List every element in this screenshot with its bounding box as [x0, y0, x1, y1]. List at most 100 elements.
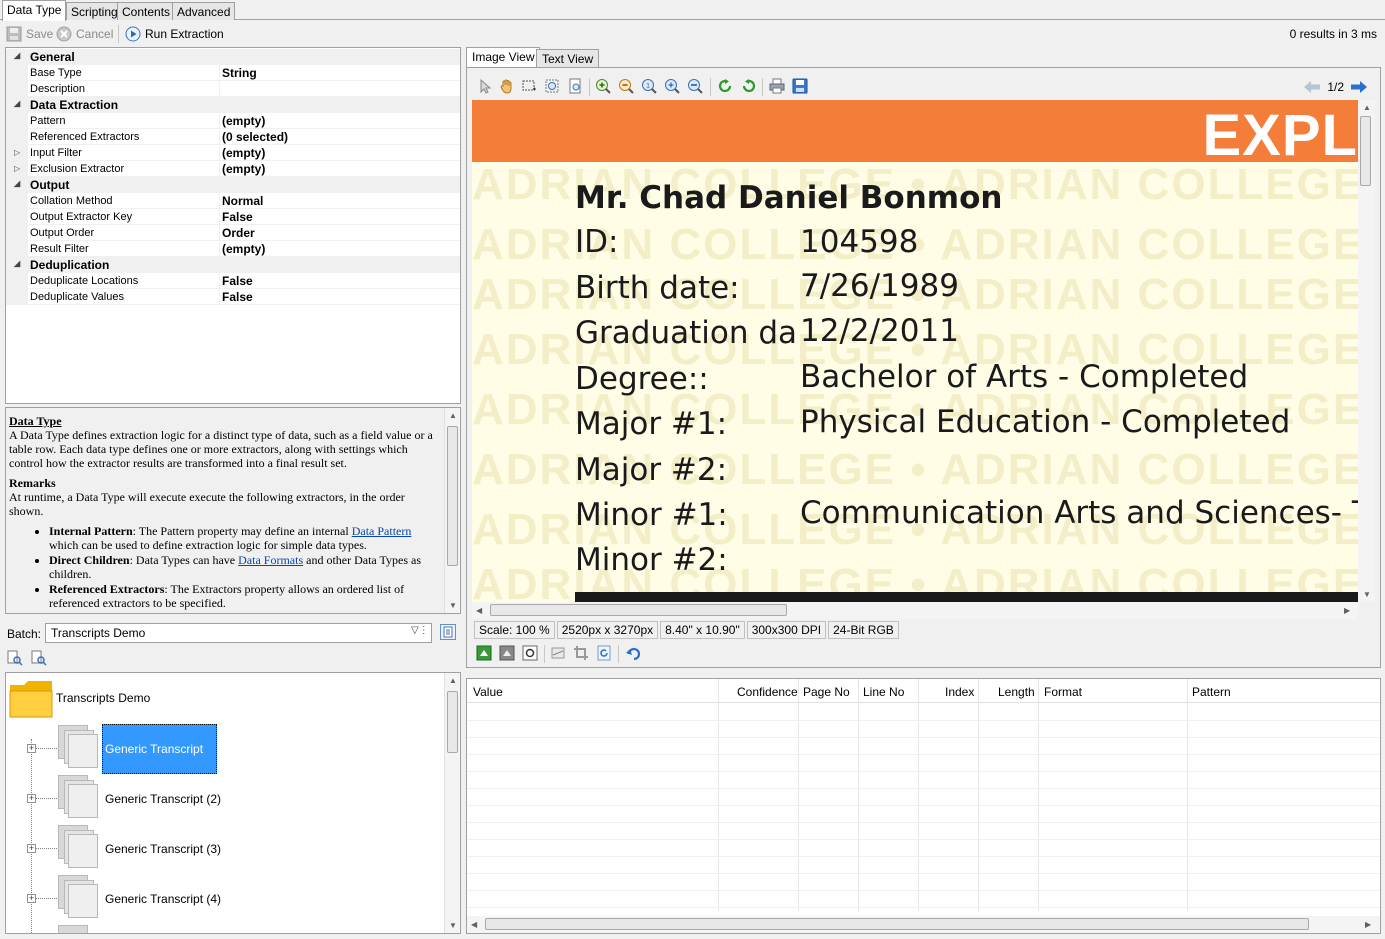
- tab-image-view[interactable]: Image View: [466, 47, 541, 68]
- refresh-icon[interactable]: [596, 645, 612, 661]
- scroll-left-icon[interactable]: ◀: [476, 606, 482, 615]
- property-value[interactable]: Order: [222, 226, 255, 240]
- tab-text-view[interactable]: Text View: [536, 49, 600, 67]
- hand-icon[interactable]: [499, 78, 515, 94]
- crop-icon[interactable]: [573, 645, 589, 661]
- help-scrollbar[interactable]: ▲ ▼: [444, 408, 460, 613]
- image-grayscale-icon[interactable]: [499, 645, 515, 661]
- property-row-result-filter[interactable]: Result Filter (empty): [6, 241, 460, 257]
- run-extraction-button[interactable]: Run Extraction: [118, 25, 224, 43]
- data-formats-link[interactable]: Data Formats: [238, 553, 303, 567]
- property-value[interactable]: False: [222, 274, 253, 288]
- expand-icon[interactable]: +: [27, 894, 36, 903]
- scroll-down-icon[interactable]: ▼: [449, 601, 457, 610]
- tree-item-3[interactable]: Generic Transcript (3): [103, 840, 223, 858]
- property-value[interactable]: (empty): [222, 114, 265, 128]
- scroll-left-icon[interactable]: ◀: [471, 920, 477, 929]
- scroll-thumb[interactable]: [447, 426, 458, 566]
- tree-item-2[interactable]: Generic Transcript (2): [103, 790, 223, 808]
- property-row-output-extractor-key[interactable]: Output Extractor Key False: [6, 209, 460, 225]
- image-hscrollbar[interactable]: ◀ ▶: [472, 602, 1358, 619]
- print-icon[interactable]: [769, 78, 785, 94]
- find-next-icon[interactable]: [31, 650, 47, 666]
- save-image-icon[interactable]: [792, 78, 808, 94]
- results-hscrollbar[interactable]: ◀ ▶: [467, 916, 1380, 933]
- scroll-thumb[interactable]: [485, 918, 1309, 930]
- select-region-icon[interactable]: [521, 78, 537, 94]
- cancel-button[interactable]: Cancel: [56, 25, 113, 43]
- property-row-deduplicate-values[interactable]: Deduplicate Values False: [6, 289, 460, 305]
- column-header-index[interactable]: Index: [945, 685, 974, 699]
- property-row-exclusion-extractor[interactable]: ▷ Exclusion Extractor (empty): [6, 161, 460, 177]
- category-general[interactable]: ◢ General: [6, 49, 460, 65]
- property-row-description[interactable]: Description: [6, 81, 460, 97]
- batch-select[interactable]: Transcripts Demo ▽⋮: [45, 623, 432, 643]
- collapse-icon[interactable]: ◢: [14, 179, 20, 188]
- tab-contents[interactable]: Contents: [117, 2, 176, 20]
- category-output[interactable]: ◢ Output: [6, 177, 460, 193]
- property-value[interactable]: (empty): [222, 242, 265, 256]
- previous-page-icon[interactable]: [1303, 80, 1321, 94]
- column-header-pattern[interactable]: Pattern: [1192, 685, 1231, 699]
- expand-icon[interactable]: +: [27, 744, 36, 753]
- scroll-up-icon[interactable]: ▲: [1363, 103, 1371, 112]
- scroll-down-icon[interactable]: ▼: [449, 921, 457, 930]
- collapse-icon[interactable]: ◢: [14, 99, 20, 108]
- zoom-page-icon[interactable]: [567, 78, 583, 94]
- column-header-length[interactable]: Length: [998, 685, 1035, 699]
- tree-root[interactable]: Transcripts Demo: [56, 691, 150, 705]
- scroll-right-icon[interactable]: ▶: [1365, 920, 1371, 929]
- image-enhance-icon[interactable]: [476, 645, 492, 661]
- column-header-page-no[interactable]: Page No: [803, 685, 850, 699]
- deskew-icon[interactable]: [550, 645, 566, 661]
- column-header-format[interactable]: Format: [1044, 685, 1082, 699]
- zoom-in-icon[interactable]: [595, 78, 611, 94]
- tree-item-4[interactable]: Generic Transcript (4): [103, 890, 223, 908]
- expand-icon[interactable]: +: [27, 794, 36, 803]
- expand-icon[interactable]: ▷: [14, 164, 20, 173]
- expand-icon[interactable]: ▷: [14, 148, 20, 157]
- data-pattern-link[interactable]: Data Pattern: [352, 524, 412, 538]
- save-button[interactable]: Save: [6, 25, 53, 43]
- zoom-out-icon[interactable]: [618, 78, 634, 94]
- scroll-down-icon[interactable]: ▼: [1363, 590, 1371, 599]
- scroll-thumb[interactable]: [490, 604, 787, 616]
- property-value[interactable]: (empty): [222, 146, 265, 160]
- category-data-extraction[interactable]: ◢ Data Extraction: [6, 97, 460, 113]
- zoom-fit-icon[interactable]: [664, 78, 680, 94]
- pointer-icon[interactable]: [477, 78, 493, 94]
- zoom-actual-icon[interactable]: 1: [641, 78, 657, 94]
- tree-scrollbar[interactable]: ▲ ▼: [444, 673, 460, 933]
- rotate-right-icon[interactable]: [740, 78, 756, 94]
- scroll-thumb[interactable]: [1360, 116, 1371, 186]
- zoom-region-icon[interactable]: [544, 78, 560, 94]
- property-row-collation-method[interactable]: Collation Method Normal: [6, 193, 460, 209]
- next-page-icon[interactable]: [1350, 80, 1368, 94]
- property-row-input-filter[interactable]: ▷ Input Filter (empty): [6, 145, 460, 161]
- tab-scripting[interactable]: Scripting: [66, 2, 123, 20]
- tree-item-1[interactable]: Generic Transcript (1): [102, 724, 217, 800]
- scroll-up-icon[interactable]: ▲: [449, 676, 457, 685]
- property-value[interactable]: Normal: [222, 194, 263, 208]
- property-value[interactable]: False: [222, 210, 253, 224]
- undo-icon[interactable]: [625, 645, 641, 661]
- property-row-referenced-extractors[interactable]: Referenced Extractors (0 selected): [6, 129, 460, 145]
- property-row-pattern[interactable]: Pattern (empty): [6, 113, 460, 129]
- property-value[interactable]: False: [222, 290, 253, 304]
- tab-advanced[interactable]: Advanced: [172, 2, 236, 20]
- property-value[interactable]: (0 selected): [222, 130, 288, 144]
- column-header-confidence[interactable]: Confidence: [737, 685, 798, 699]
- expand-icon[interactable]: +: [27, 844, 36, 853]
- dropdown-icon[interactable]: ▽⋮: [411, 625, 429, 641]
- property-row-output-order[interactable]: Output Order Order: [6, 225, 460, 241]
- tab-data-type[interactable]: Data Type: [2, 0, 67, 21]
- column-header-value[interactable]: Value: [473, 685, 503, 699]
- scroll-up-icon[interactable]: ▲: [449, 411, 457, 420]
- property-value[interactable]: String: [222, 66, 257, 80]
- property-row-deduplicate-locations[interactable]: Deduplicate Locations False: [6, 273, 460, 289]
- scroll-thumb[interactable]: [447, 691, 458, 753]
- property-row-base-type[interactable]: Base Type String: [6, 65, 460, 81]
- image-settings-icon[interactable]: [522, 645, 538, 661]
- collapse-icon[interactable]: ◢: [14, 51, 20, 60]
- zoom-width-icon[interactable]: [687, 78, 703, 94]
